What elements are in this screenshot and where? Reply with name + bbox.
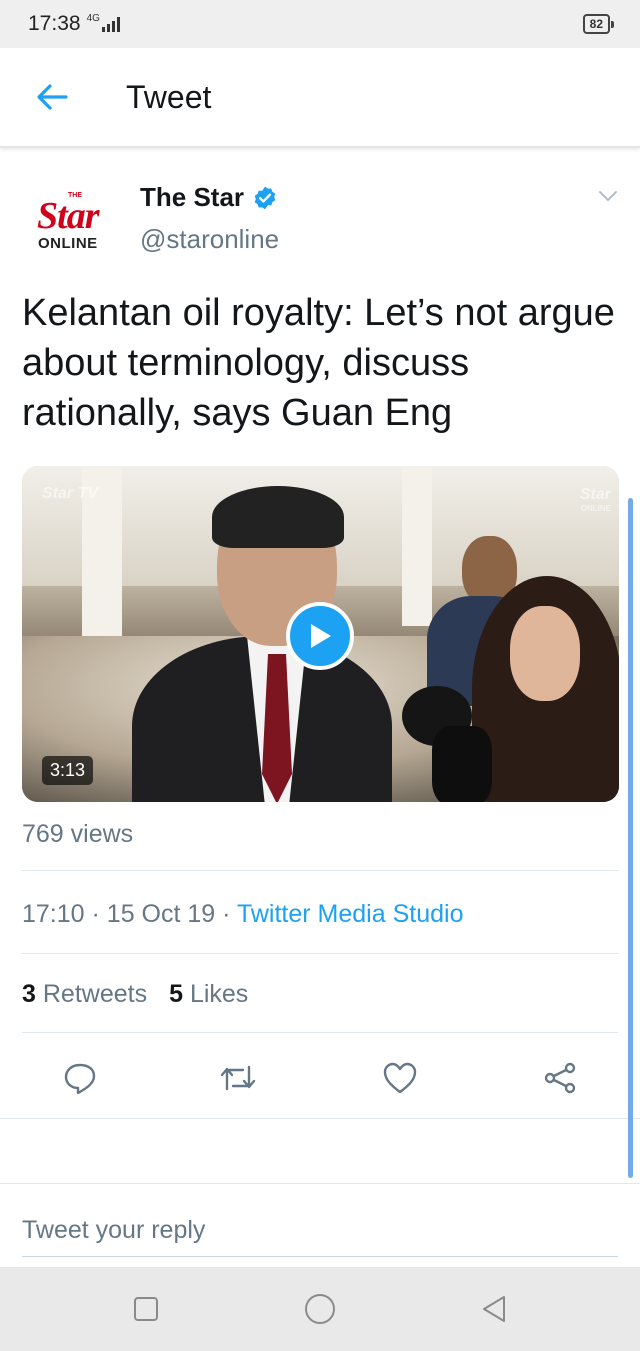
verified-badge-icon: [254, 186, 276, 209]
tweet-menu-button[interactable]: [596, 184, 620, 208]
view-count: 769 views: [22, 820, 134, 848]
chevron-down-icon: [599, 191, 617, 202]
back-arrow-icon: [37, 84, 68, 110]
like-icon: [383, 1062, 417, 1094]
logo-star-text: Star: [37, 195, 99, 237]
back-button[interactable]: [30, 75, 74, 119]
nav-recents-icon: [134, 1297, 158, 1321]
retweet-button[interactable]: [218, 1058, 258, 1098]
tweet-date: 15 Oct 19: [106, 900, 216, 928]
divider: [22, 1032, 618, 1033]
system-nav-bar: [0, 1267, 640, 1351]
battery-level: 82: [582, 14, 610, 34]
tweet-actions: [0, 1050, 640, 1116]
retweet-icon: [220, 1065, 256, 1091]
nav-home-button[interactable]: [302, 1291, 338, 1327]
like-button[interactable]: [380, 1058, 420, 1098]
scrollbar[interactable]: [628, 498, 633, 1178]
reply-input[interactable]: [22, 1204, 618, 1257]
tweet-text: Kelantan oil royalty: Let’s not argue ab…: [22, 292, 615, 434]
divider: [0, 1118, 640, 1119]
video-watermark-right: Star ONLINE: [579, 486, 611, 514]
divider: [22, 953, 618, 954]
signal-icon: [101, 16, 120, 32]
play-button[interactable]: [286, 602, 354, 670]
tweet-meta: 17:10 · 15 Oct 19 · Twitter Media Studio: [22, 900, 464, 928]
logo-online-text: ONLINE: [38, 235, 98, 252]
engagement-counts: 3 Retweets 5 Likes: [22, 980, 248, 1009]
tweet-author: THE Star ONLINE The Star @staronline: [0, 170, 640, 272]
divider: [22, 870, 618, 871]
nav-recents-button[interactable]: [128, 1291, 164, 1327]
video-player[interactable]: Star TV Star ONLINE 3:13: [22, 466, 619, 802]
author-handle[interactable]: @staronline: [140, 224, 279, 255]
reply-icon: [64, 1063, 96, 1095]
network-type: 4G: [86, 12, 100, 24]
share-icon: [544, 1062, 576, 1094]
app-bar: Tweet: [0, 48, 640, 148]
video-duration: 3:13: [42, 756, 94, 785]
video-watermark-left: Star TV: [42, 485, 99, 502]
reply-bar: [0, 1183, 640, 1268]
reply-button[interactable]: [60, 1058, 100, 1098]
play-icon: [311, 624, 331, 648]
share-button[interactable]: [540, 1058, 580, 1098]
page-title: Tweet: [126, 78, 212, 115]
nav-back-icon: [483, 1296, 505, 1322]
status-bar: 17:38 4G 82: [0, 0, 640, 48]
status-time: 17:38: [28, 12, 81, 35]
avatar[interactable]: THE Star ONLINE: [22, 180, 114, 272]
author-name[interactable]: The Star: [140, 182, 244, 213]
battery-icon: 82: [582, 14, 614, 34]
retweets-count-link[interactable]: 3 Retweets: [22, 980, 147, 1009]
tweet-source-link[interactable]: Twitter Media Studio: [237, 900, 464, 928]
nav-back-button[interactable]: [476, 1291, 512, 1327]
nav-home-icon: [305, 1294, 335, 1324]
tweet-time: 17:10: [22, 900, 85, 928]
likes-count-link[interactable]: 5 Likes: [169, 980, 248, 1009]
